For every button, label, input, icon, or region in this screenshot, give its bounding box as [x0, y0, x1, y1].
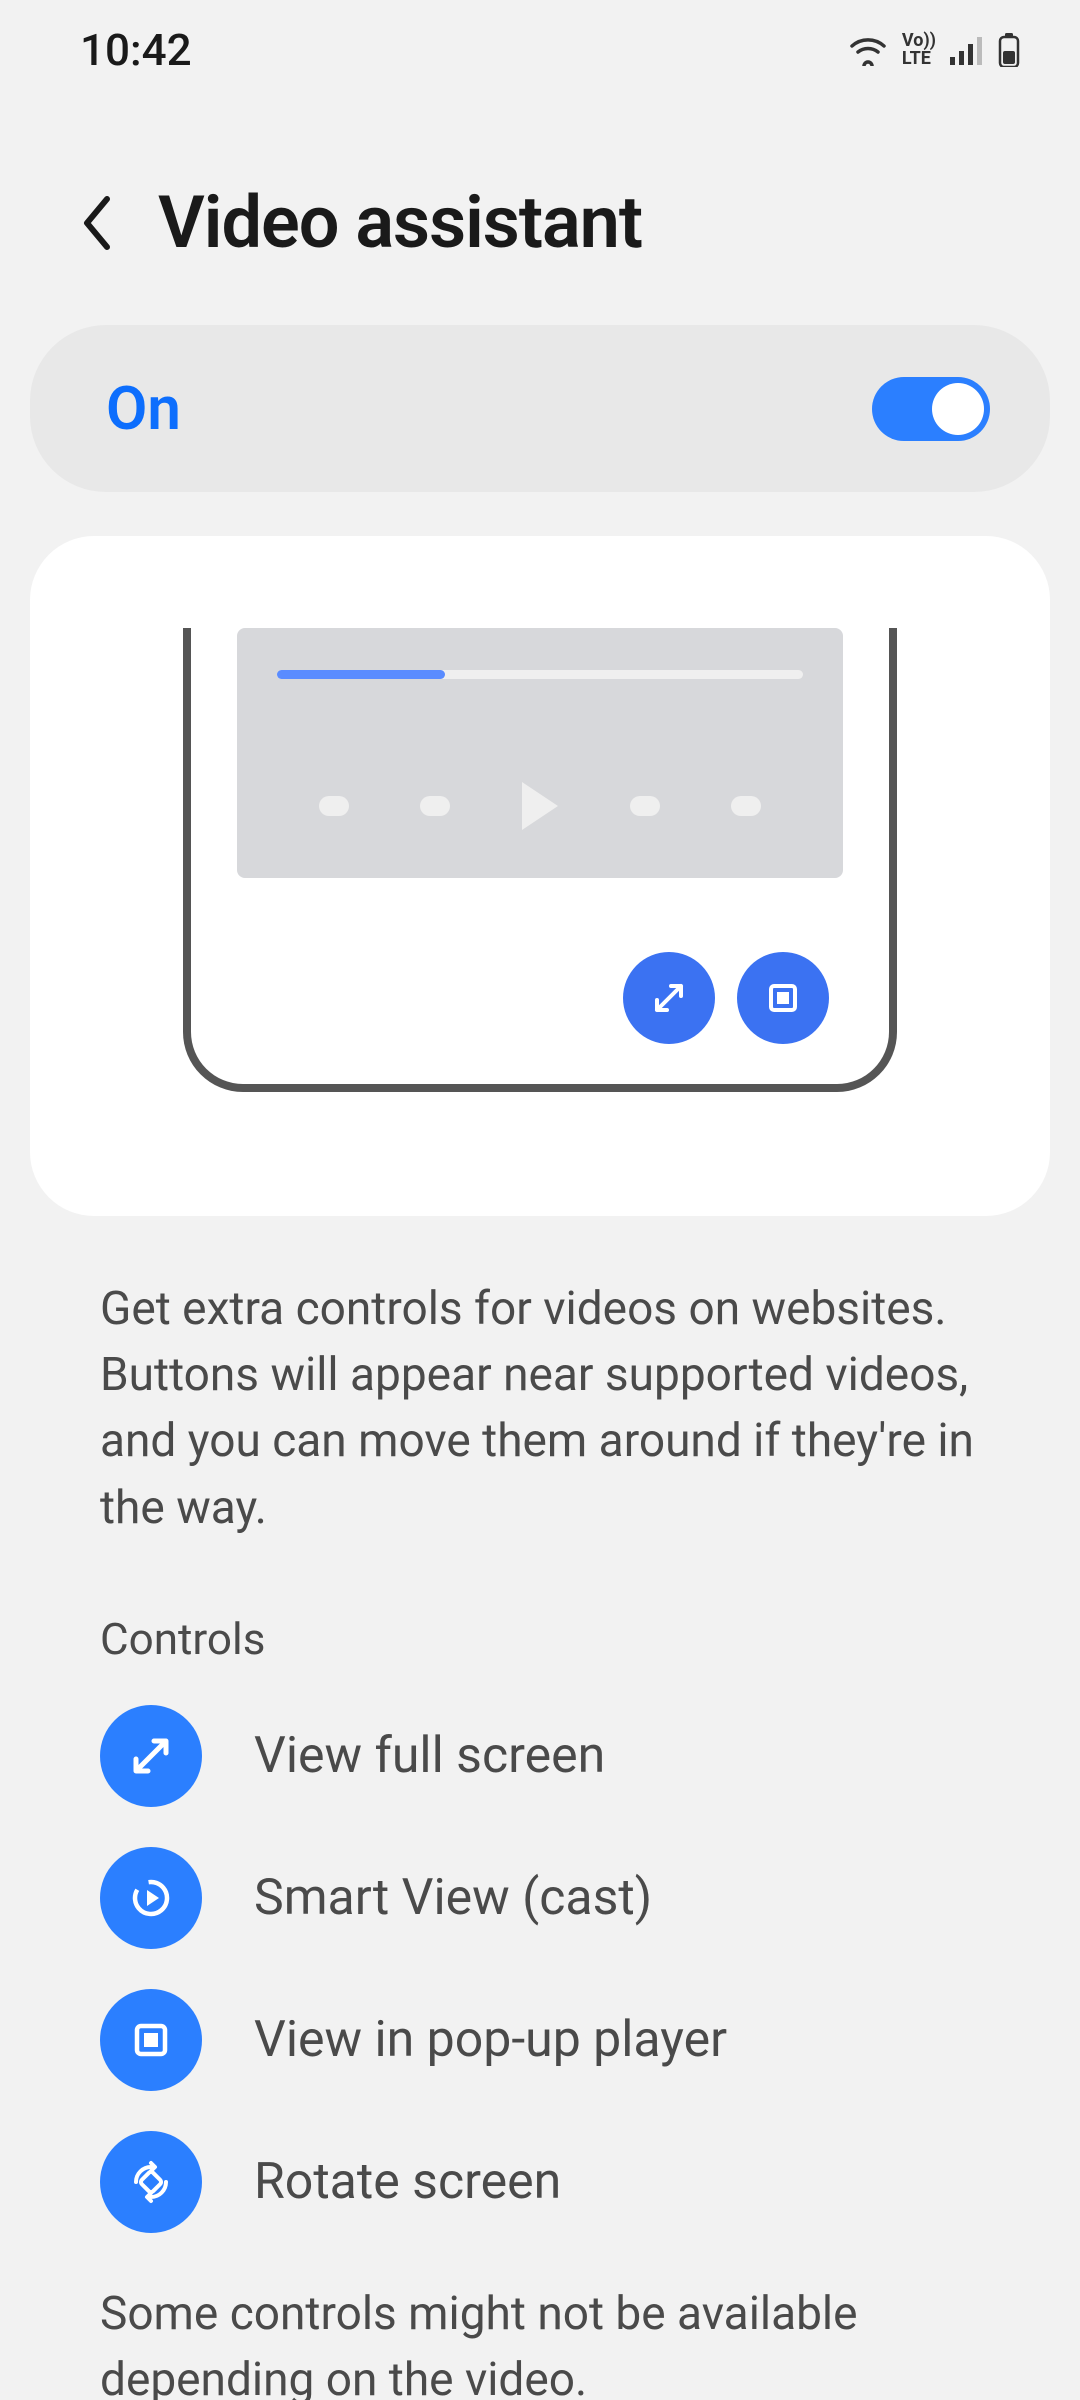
- rotate-icon: [100, 2131, 202, 2233]
- placeholder-dot: [319, 796, 349, 816]
- preview-card: [30, 536, 1050, 1216]
- expand-icon: [100, 1705, 202, 1807]
- toggle-switch[interactable]: [872, 377, 990, 441]
- description-text: Get extra controls for videos on website…: [100, 1276, 980, 1541]
- status-bar: 10:42 Vo)) LTE: [0, 0, 1080, 100]
- control-item-fullscreen: View full screen: [100, 1705, 980, 1807]
- page-title: Video assistant: [158, 180, 642, 265]
- floating-buttons: [623, 952, 829, 1044]
- chevron-left-icon: [79, 195, 113, 251]
- phone-frame-illustration: [183, 628, 897, 1092]
- wifi-icon: [848, 34, 888, 66]
- video-placeholder: [237, 628, 843, 878]
- placeholder-dot: [731, 796, 761, 816]
- control-label: Rotate screen: [254, 2153, 561, 2211]
- expand-float-button: [623, 952, 715, 1044]
- placeholder-dot: [630, 796, 660, 816]
- controls-section-label: Controls: [100, 1613, 980, 1665]
- content-area: Get extra controls for videos on website…: [0, 1216, 1080, 2400]
- expand-icon: [649, 978, 689, 1018]
- popup-icon: [100, 1989, 202, 2091]
- play-icon: [522, 782, 558, 830]
- control-label: Smart View (cast): [254, 1869, 652, 1927]
- footnote-text: Some controls might not be available dep…: [100, 2281, 980, 2400]
- signal-icon: [950, 35, 984, 65]
- cast-icon: [100, 1847, 202, 1949]
- placeholder-dot: [420, 796, 450, 816]
- toggle-label: On: [106, 373, 181, 444]
- battery-icon: [998, 33, 1020, 67]
- header: Video assistant: [0, 100, 1080, 325]
- video-progress-bar: [277, 670, 803, 679]
- status-time: 10:42: [80, 24, 192, 76]
- control-item-rotate: Rotate screen: [100, 2131, 980, 2233]
- control-label: View in pop-up player: [254, 2011, 727, 2069]
- back-button[interactable]: [70, 197, 122, 249]
- master-toggle-row[interactable]: On: [30, 325, 1050, 492]
- control-item-popup: View in pop-up player: [100, 1989, 980, 2091]
- control-item-smartview: Smart View (cast): [100, 1847, 980, 1949]
- popup-icon: [763, 978, 803, 1018]
- video-controls-row: [237, 782, 843, 830]
- volte-lte-icon: Vo)) LTE: [902, 32, 936, 68]
- control-label: View full screen: [254, 1727, 605, 1785]
- status-icons: Vo)) LTE: [848, 32, 1020, 68]
- popup-float-button: [737, 952, 829, 1044]
